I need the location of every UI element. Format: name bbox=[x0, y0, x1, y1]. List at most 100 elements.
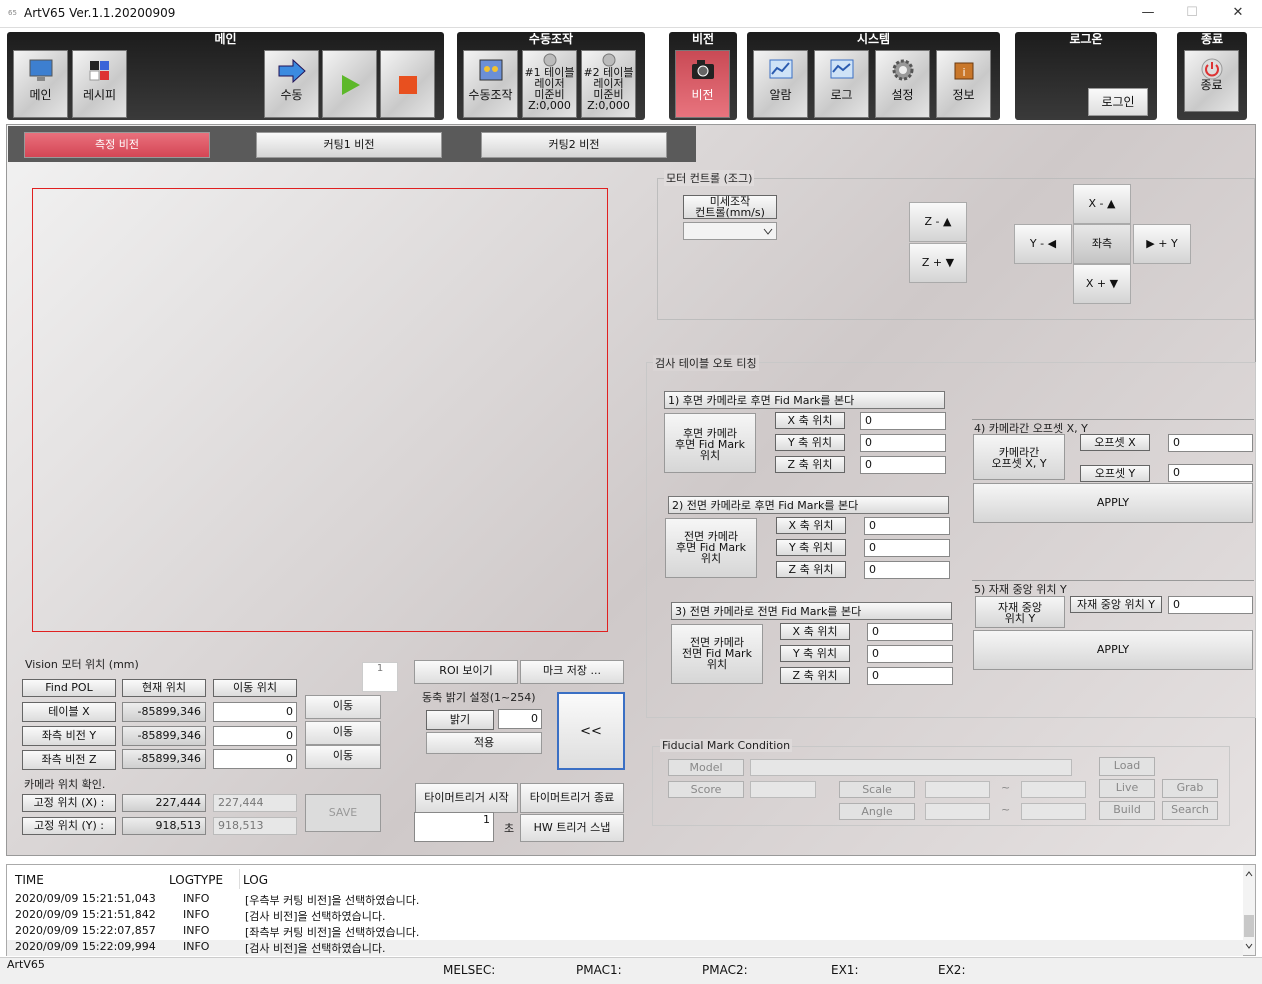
table-x-move-input[interactable]: 0 bbox=[213, 702, 297, 722]
mark-save-button[interactable]: 마크 저장 ... bbox=[520, 660, 624, 684]
angle-max-input[interactable] bbox=[1021, 803, 1086, 820]
left-vision-z-move-button[interactable]: 이동 bbox=[305, 745, 381, 769]
grab-button[interactable]: Grab bbox=[1162, 779, 1218, 798]
offset-y-input[interactable]: 0 bbox=[1168, 464, 1253, 482]
s3-z-input[interactable]: 0 bbox=[867, 667, 953, 685]
log-type: INFO bbox=[183, 892, 210, 905]
left-vision-y-move-input[interactable]: 0 bbox=[213, 726, 297, 746]
angle-min-input[interactable] bbox=[925, 803, 990, 820]
s2-y-input[interactable]: 0 bbox=[864, 539, 950, 557]
stop-button[interactable] bbox=[380, 50, 435, 118]
group-login-title: 로그온 bbox=[1069, 32, 1103, 46]
timer-seconds-input[interactable]: 1 bbox=[414, 812, 494, 842]
login-button[interactable]: 로그인 bbox=[1088, 88, 1148, 116]
hw-trigger-snap-button[interactable]: HW 트리거 스냅 bbox=[520, 814, 624, 842]
manual-button[interactable]: 수동 bbox=[264, 50, 319, 118]
s1-y-input[interactable]: 0 bbox=[860, 434, 946, 452]
log-scrollbar[interactable] bbox=[1243, 865, 1255, 955]
log-header-time: TIME bbox=[15, 873, 44, 887]
alarm-button[interactable]: 알람 bbox=[753, 50, 808, 118]
log-button-label: 로그 bbox=[830, 88, 853, 102]
s3-z-label: Z 축 위치 bbox=[780, 667, 850, 684]
s1-x-input[interactable]: 0 bbox=[860, 412, 946, 430]
fixed-y-input[interactable]: 918,513 bbox=[213, 817, 297, 835]
scale-max-input[interactable] bbox=[1021, 781, 1086, 798]
manual-button-label: 수동 bbox=[280, 88, 303, 102]
group-exit-title: 종료 bbox=[1200, 32, 1224, 46]
search-button[interactable]: Search bbox=[1162, 801, 1218, 820]
x-plus-button[interactable]: X + ▼ bbox=[1073, 264, 1131, 304]
y-plus-button[interactable]: ▶ + Y bbox=[1133, 224, 1191, 264]
start-button[interactable] bbox=[322, 50, 377, 118]
teach-step5-button[interactable]: 자재 중앙 위치 Y bbox=[975, 596, 1065, 628]
tab-cutting1-vision[interactable]: 커팅1 비전 bbox=[256, 132, 442, 158]
fine-control-select[interactable] bbox=[683, 222, 777, 240]
info-button[interactable]: i 정보 bbox=[936, 50, 991, 118]
center-apply-button[interactable]: APPLY bbox=[973, 630, 1253, 670]
recipe-icon bbox=[89, 61, 109, 81]
scale-min-input[interactable] bbox=[925, 781, 990, 798]
left-vision-z-move-input[interactable]: 0 bbox=[213, 749, 297, 769]
x-minus-button[interactable]: X - ▲ bbox=[1073, 184, 1131, 224]
score-label: Score bbox=[668, 781, 744, 798]
table-row[interactable]: 2020/09/09 15:21:51,043 INFO [우측부 커팅 비전]을 … bbox=[7, 892, 1243, 908]
jog-center-button[interactable]: 좌측 bbox=[1073, 224, 1131, 264]
table1-laser-button[interactable]: #1 테이블 레이저 미준비 Z:0,000 bbox=[522, 50, 577, 118]
table-row[interactable]: 2020/09/09 15:21:51,842 INFO [검사 비전]을 선택하였… bbox=[7, 908, 1243, 924]
table2-laser-button[interactable]: #2 테이블 레이저 미준비 Z:0,000 bbox=[581, 50, 636, 118]
recipe-button[interactable]: 레시피 bbox=[72, 50, 127, 118]
scroll-up-icon[interactable] bbox=[1245, 871, 1253, 877]
camera-icon bbox=[691, 60, 714, 79]
s2-z-input[interactable]: 0 bbox=[864, 561, 950, 579]
save-button[interactable]: SAVE bbox=[305, 794, 381, 832]
offset-apply-button[interactable]: APPLY bbox=[973, 483, 1253, 523]
load-button[interactable]: Load bbox=[1099, 757, 1155, 776]
teach-step1-button[interactable]: 후면 카메라 후면 Fid Mark 위치 bbox=[664, 413, 756, 473]
close-button[interactable]: ✕ bbox=[1224, 4, 1252, 24]
build-button[interactable]: Build bbox=[1099, 801, 1155, 820]
teach-step4-button[interactable]: 카메라간 오프셋 X, Y bbox=[973, 434, 1065, 480]
exit-button[interactable]: 종료 bbox=[1184, 50, 1239, 112]
log-button[interactable]: 로그 bbox=[814, 50, 869, 118]
settings-button[interactable]: 설정 bbox=[875, 50, 930, 118]
collapse-button[interactable]: << bbox=[557, 692, 625, 770]
s3-y-input[interactable]: 0 bbox=[867, 645, 953, 663]
offset-x-input[interactable]: 0 bbox=[1168, 434, 1253, 452]
teach-step2-button[interactable]: 전면 카메라 후면 Fid Mark 위치 bbox=[665, 518, 757, 578]
scroll-down-icon[interactable] bbox=[1245, 943, 1253, 949]
minimize-button[interactable]: — bbox=[1134, 4, 1162, 24]
s2-x-input[interactable]: 0 bbox=[864, 517, 950, 535]
timer-trigger-stop-button[interactable]: 타이머트리거 종료 bbox=[520, 783, 624, 813]
roi-show-button[interactable]: ROI 보이기 bbox=[414, 660, 518, 684]
z-minus-button[interactable]: Z - ▲ bbox=[909, 202, 967, 242]
s3-x-input[interactable]: 0 bbox=[867, 623, 953, 641]
z-plus-button[interactable]: Z + ▼ bbox=[909, 243, 967, 283]
table-x-move-button[interactable]: 이동 bbox=[305, 695, 381, 719]
left-vision-y-move-button[interactable]: 이동 bbox=[305, 721, 381, 745]
vision-button[interactable]: 비전 bbox=[675, 50, 730, 118]
brightness-input[interactable]: 0 bbox=[498, 709, 542, 729]
table-row[interactable]: 2020/09/09 15:22:07,857 INFO [좌측부 커팅 비전]을 … bbox=[7, 924, 1243, 940]
teach-step3-button[interactable]: 전면 카메라 전면 Fid Mark 위치 bbox=[671, 624, 763, 684]
live-button[interactable]: Live bbox=[1099, 779, 1155, 798]
s1-z-input[interactable]: 0 bbox=[860, 456, 946, 474]
log-time: 2020/09/09 15:21:51,842 bbox=[15, 908, 156, 921]
manual-op-button[interactable]: 수동조작 bbox=[463, 50, 518, 118]
model-input[interactable] bbox=[750, 759, 1072, 776]
score-input[interactable] bbox=[750, 781, 816, 798]
timer-trigger-start-button[interactable]: 타이머트리거 시작 bbox=[415, 783, 518, 813]
table-row[interactable]: 2020/09/09 15:22:09,994 INFO [검사 비전]을 선택하였… bbox=[7, 940, 1243, 956]
fixed-y-value: 918,513 bbox=[122, 817, 206, 835]
scroll-thumb[interactable] bbox=[1244, 915, 1254, 937]
main-button[interactable]: 메인 bbox=[13, 50, 68, 118]
brightness-apply-button[interactable]: 적용 bbox=[426, 732, 542, 754]
center-y-input[interactable]: 0 bbox=[1168, 596, 1253, 614]
s3-y-label: Y 축 위치 bbox=[780, 645, 850, 662]
maximize-button[interactable]: ☐ bbox=[1178, 4, 1206, 24]
vision-display[interactable] bbox=[32, 188, 608, 632]
tab-cutting2-vision[interactable]: 커팅2 비전 bbox=[481, 132, 667, 158]
fixed-x-input[interactable]: 227,444 bbox=[213, 794, 297, 812]
find-pol-button[interactable]: Find POL bbox=[22, 679, 116, 697]
tab-measure-vision[interactable]: 측정 비전 bbox=[24, 132, 210, 158]
y-minus-button[interactable]: Y - ◀ bbox=[1014, 224, 1072, 264]
